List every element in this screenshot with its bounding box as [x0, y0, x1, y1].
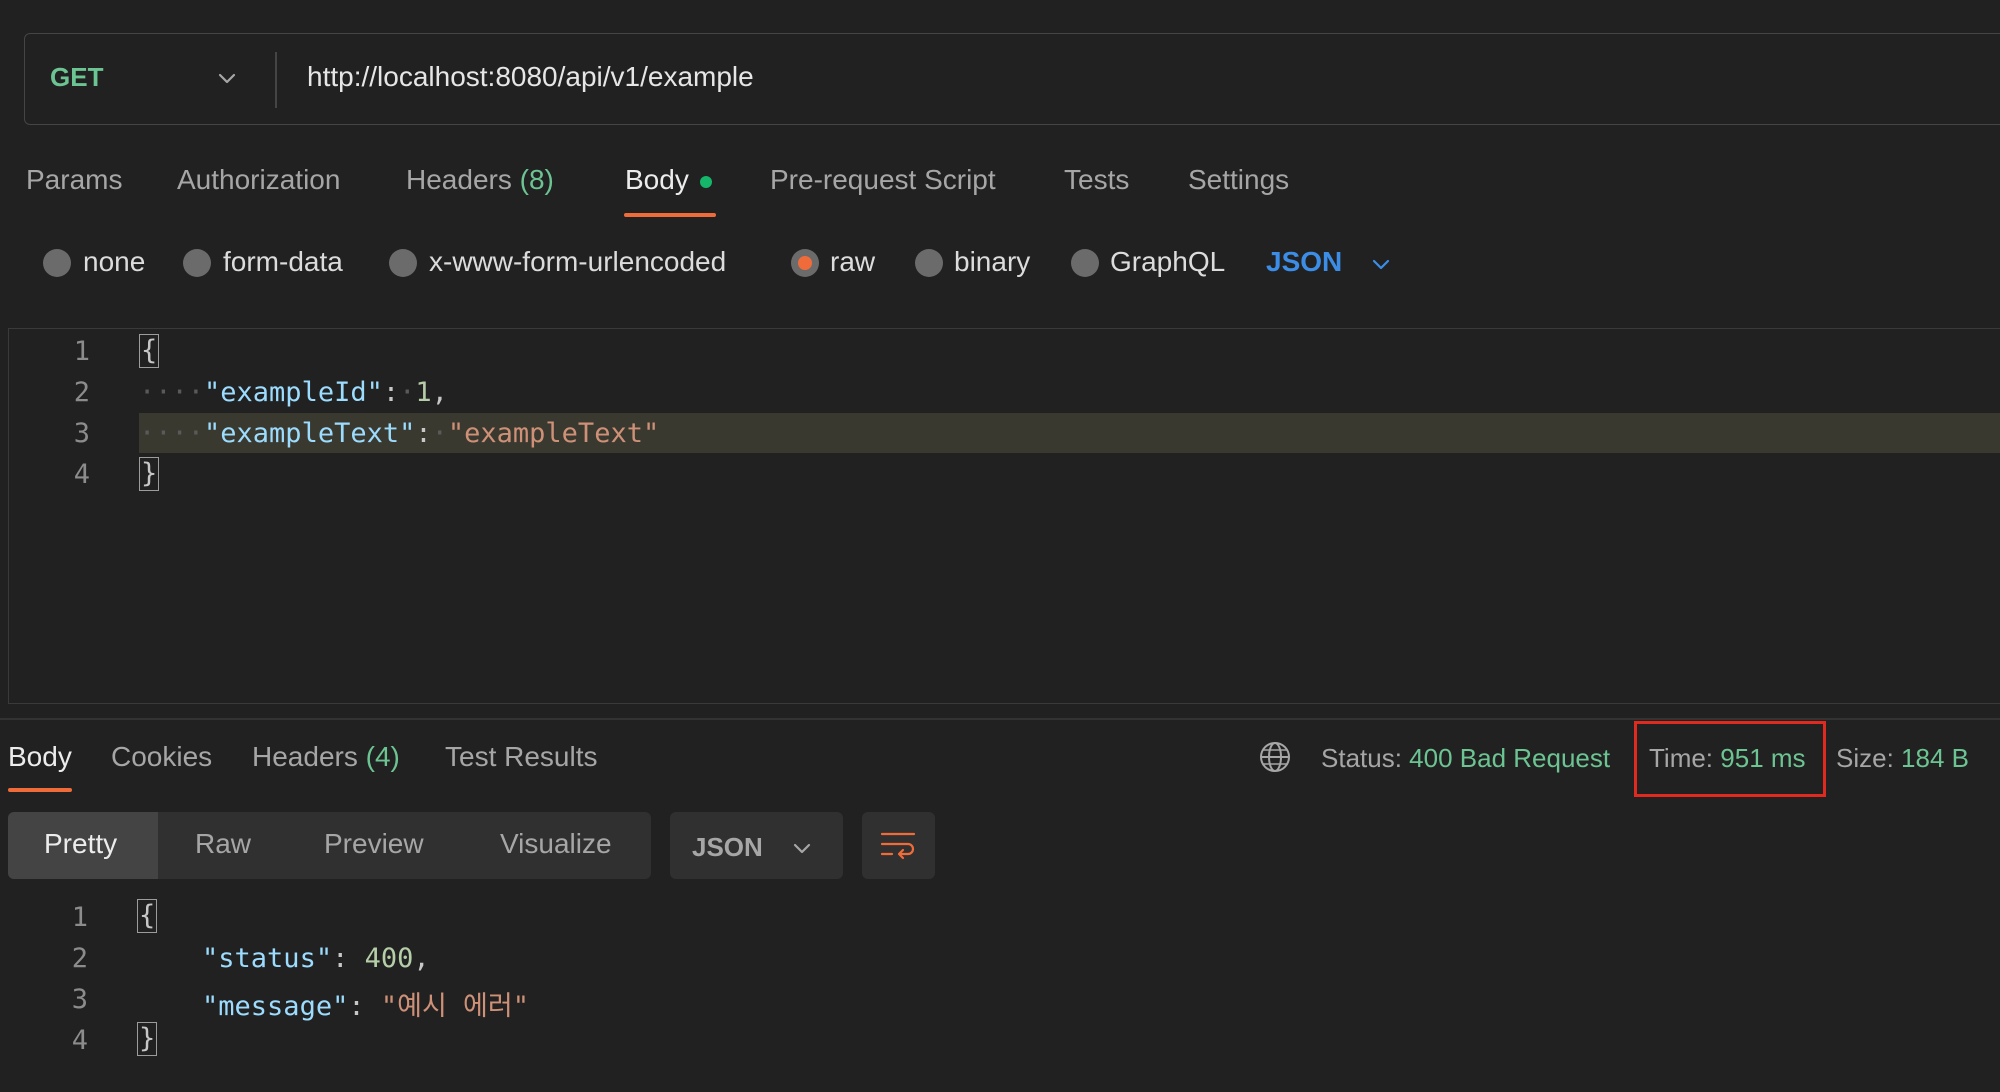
chevron-down-icon[interactable]: [215, 66, 239, 90]
wrap-lines-icon[interactable]: [880, 830, 916, 862]
view-mode-preview[interactable]: Preview: [324, 828, 424, 860]
radio-form-data-label[interactable]: form-data: [223, 246, 343, 278]
json-value: "예시 에러": [380, 991, 529, 1022]
response-tab-test-results[interactable]: Test Results: [445, 741, 598, 773]
tab-prerequest-script[interactable]: Pre-request Script: [770, 164, 996, 196]
response-tab-headers-count: (4): [365, 741, 400, 772]
url-input[interactable]: http://localhost:8080/api/v1/example: [307, 61, 754, 93]
response-size[interactable]: Size: 184 B: [1836, 743, 1969, 774]
method-select[interactable]: GET: [50, 62, 103, 93]
active-tab-indicator: [8, 788, 72, 792]
radio-form-data[interactable]: [183, 249, 211, 277]
tab-authorization[interactable]: Authorization: [177, 164, 340, 196]
json-value: 400: [364, 943, 414, 974]
status-value: 400 Bad Request: [1409, 743, 1611, 773]
line-number: 1: [73, 336, 90, 367]
radio-graphql-label[interactable]: GraphQL: [1110, 246, 1225, 278]
response-tab-body[interactable]: Body: [8, 741, 72, 773]
chevron-down-icon[interactable]: [790, 836, 814, 860]
line-number: 2: [73, 377, 90, 408]
open-brace: {: [137, 899, 158, 933]
response-tab-headers[interactable]: Headers (4): [252, 741, 400, 773]
globe-icon[interactable]: [1258, 740, 1292, 774]
view-mode-pretty[interactable]: Pretty: [44, 828, 117, 860]
tab-settings[interactable]: Settings: [1188, 164, 1289, 196]
tab-params[interactable]: Params: [26, 164, 122, 196]
chevron-down-icon[interactable]: [1369, 252, 1393, 276]
time-highlight-box: [1634, 721, 1826, 797]
status-label: Status:: [1321, 743, 1402, 773]
radio-urlencoded-label[interactable]: x-www-form-urlencoded: [429, 246, 726, 278]
tab-body[interactable]: Body: [625, 164, 689, 196]
tab-headers[interactable]: Headers (8): [406, 164, 554, 196]
view-mode-visualize[interactable]: Visualize: [500, 828, 612, 860]
close-brace: }: [137, 1022, 158, 1056]
radio-binary[interactable]: [915, 249, 943, 277]
line-number: 2: [71, 943, 88, 974]
size-value: 184 B: [1901, 743, 1969, 773]
view-mode-raw[interactable]: Raw: [195, 828, 251, 860]
code-line: "message": "예시 에러": [202, 991, 529, 1022]
size-label: Size:: [1836, 743, 1894, 773]
body-format-select[interactable]: JSON: [1266, 246, 1342, 278]
tab-tests[interactable]: Tests: [1064, 164, 1129, 196]
close-brace: }: [139, 457, 160, 491]
radio-raw[interactable]: [791, 249, 819, 277]
json-value: 1: [415, 377, 432, 408]
line-number: 4: [73, 459, 90, 490]
code-line: "status": 400,: [202, 943, 430, 974]
json-key: "message": [202, 991, 349, 1022]
response-format-label[interactable]: JSON: [692, 832, 763, 863]
radio-urlencoded[interactable]: [389, 249, 417, 277]
response-status[interactable]: Status: 400 Bad Request: [1321, 743, 1610, 774]
line-number: 4: [71, 1025, 88, 1056]
line-number: 3: [71, 984, 88, 1015]
tab-headers-count: (8): [519, 164, 554, 195]
open-brace: {: [139, 334, 160, 368]
line-number: 3: [73, 418, 90, 449]
json-key: "exampleId": [204, 377, 383, 408]
radio-graphql[interactable]: [1071, 249, 1099, 277]
radio-none[interactable]: [43, 249, 71, 277]
body-modified-dot: [700, 176, 712, 188]
json-value: "exampleText": [447, 418, 660, 449]
active-tab-indicator: [624, 213, 716, 217]
pane-divider[interactable]: [0, 718, 2000, 720]
code-line: ····"exampleText":·"exampleText": [139, 418, 660, 449]
line-number: 1: [71, 902, 88, 933]
response-tab-headers-label: Headers: [252, 741, 358, 772]
radio-raw-label[interactable]: raw: [830, 246, 875, 278]
response-tab-cookies[interactable]: Cookies: [111, 741, 212, 773]
json-key: "status": [202, 943, 333, 974]
json-key: "exampleText": [204, 418, 416, 449]
radio-binary-label[interactable]: binary: [954, 246, 1030, 278]
tab-headers-label: Headers: [406, 164, 512, 195]
code-line: ····"exampleId":·1,: [139, 377, 448, 408]
radio-none-label[interactable]: none: [83, 246, 145, 278]
url-divider: [275, 52, 277, 108]
